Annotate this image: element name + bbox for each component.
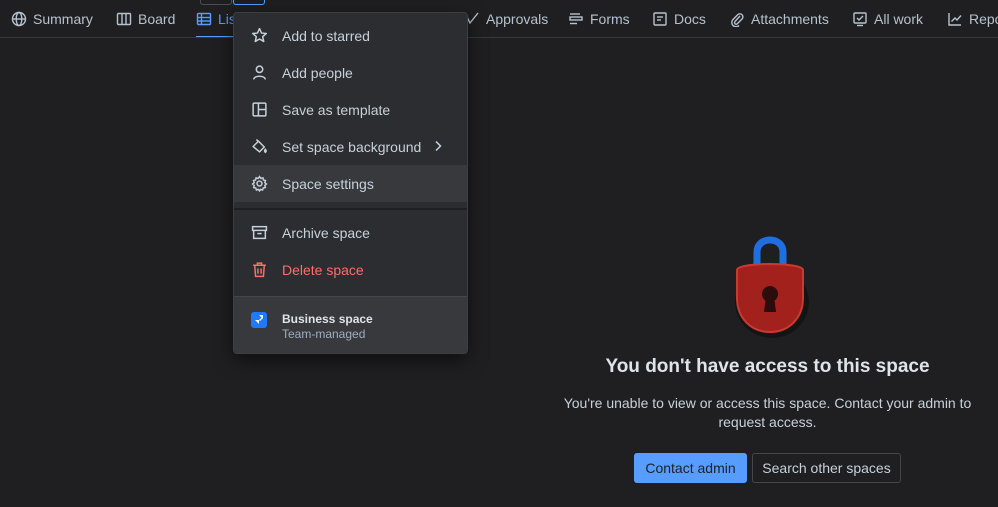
board-icon xyxy=(116,12,132,25)
menu-item-label: Add people xyxy=(282,64,353,81)
tab-label: Repo xyxy=(969,10,998,27)
space-type: Team-managed xyxy=(282,327,366,341)
star-icon xyxy=(251,27,268,43)
paperclip-icon xyxy=(731,12,744,27)
tab-reports[interactable]: Repo xyxy=(947,0,998,37)
access-denied-description: You're unable to view or access this spa… xyxy=(563,395,972,430)
tab-label: Approvals xyxy=(486,10,549,27)
tab-label: Board xyxy=(138,10,176,27)
tab-all-work[interactable]: All work xyxy=(852,0,923,37)
list-icon xyxy=(196,12,212,25)
tab-label: Forms xyxy=(590,10,630,27)
contact-admin-button[interactable]: Contact admin xyxy=(634,453,747,483)
forms-icon xyxy=(569,12,583,24)
globe-icon xyxy=(11,11,27,26)
menu-item-delete-space[interactable]: Delete space xyxy=(234,251,467,288)
space-navigation-tabs: Summary Board List Approvals Forms Docs … xyxy=(0,0,998,38)
menu-divider xyxy=(234,208,467,210)
menu-item-save-as-template[interactable]: Save as template xyxy=(234,91,467,128)
menu-item-label: Add to starred xyxy=(282,27,370,44)
menu-item-label: Archive space xyxy=(282,224,370,241)
tab-label: Docs xyxy=(674,10,706,27)
chevron-right-icon xyxy=(435,140,442,152)
lock-illustration xyxy=(735,236,809,338)
tab-forms[interactable]: Forms xyxy=(568,0,630,37)
docs-icon xyxy=(653,11,667,26)
tab-board[interactable]: Board xyxy=(116,0,175,37)
menu-item-archive-space[interactable]: Archive space xyxy=(234,214,467,251)
menu-item-add-to-starred[interactable]: Add to starred xyxy=(234,17,467,54)
tab-attachments[interactable]: Attachments xyxy=(729,0,829,37)
tab-label: Attachments xyxy=(751,10,829,27)
menu-item-label: Space settings xyxy=(282,175,374,192)
tab-docs[interactable]: Docs xyxy=(652,0,706,37)
tab-approvals[interactable]: Approvals xyxy=(464,0,548,37)
menu-item-label: Delete space xyxy=(282,261,364,278)
menu-item-space-settings[interactable]: Space settings xyxy=(234,165,467,202)
space-info-footer[interactable]: Business space Team-managed xyxy=(234,296,467,353)
template-icon xyxy=(252,102,267,117)
menu-item-set-space-background[interactable]: Set space background xyxy=(234,128,467,165)
search-other-spaces-button[interactable]: Search other spaces xyxy=(752,453,901,483)
business-space-icon xyxy=(251,312,267,328)
space-actions-menu: Add to starred Add people Save as templa… xyxy=(233,12,468,354)
tab-label: All work xyxy=(874,10,924,27)
menu-item-label: Save as template xyxy=(282,101,391,118)
menu-item-add-people[interactable]: Add people xyxy=(234,54,467,91)
gear-icon xyxy=(251,175,268,192)
more-actions-button[interactable] xyxy=(233,0,265,5)
space-name: Business space xyxy=(282,312,373,326)
toolbar-button-fragment[interactable] xyxy=(200,0,232,5)
person-icon xyxy=(252,65,267,80)
trash-icon xyxy=(253,262,266,278)
all-work-icon xyxy=(853,11,867,26)
menu-item-label: Set space background xyxy=(282,138,422,155)
tab-summary[interactable]: Summary xyxy=(11,0,93,37)
access-denied-title: You don't have access to this space xyxy=(605,356,930,377)
archive-icon xyxy=(251,225,268,240)
chart-icon xyxy=(948,12,962,26)
tab-label: Summary xyxy=(33,10,93,27)
paint-bucket-icon xyxy=(252,138,267,154)
